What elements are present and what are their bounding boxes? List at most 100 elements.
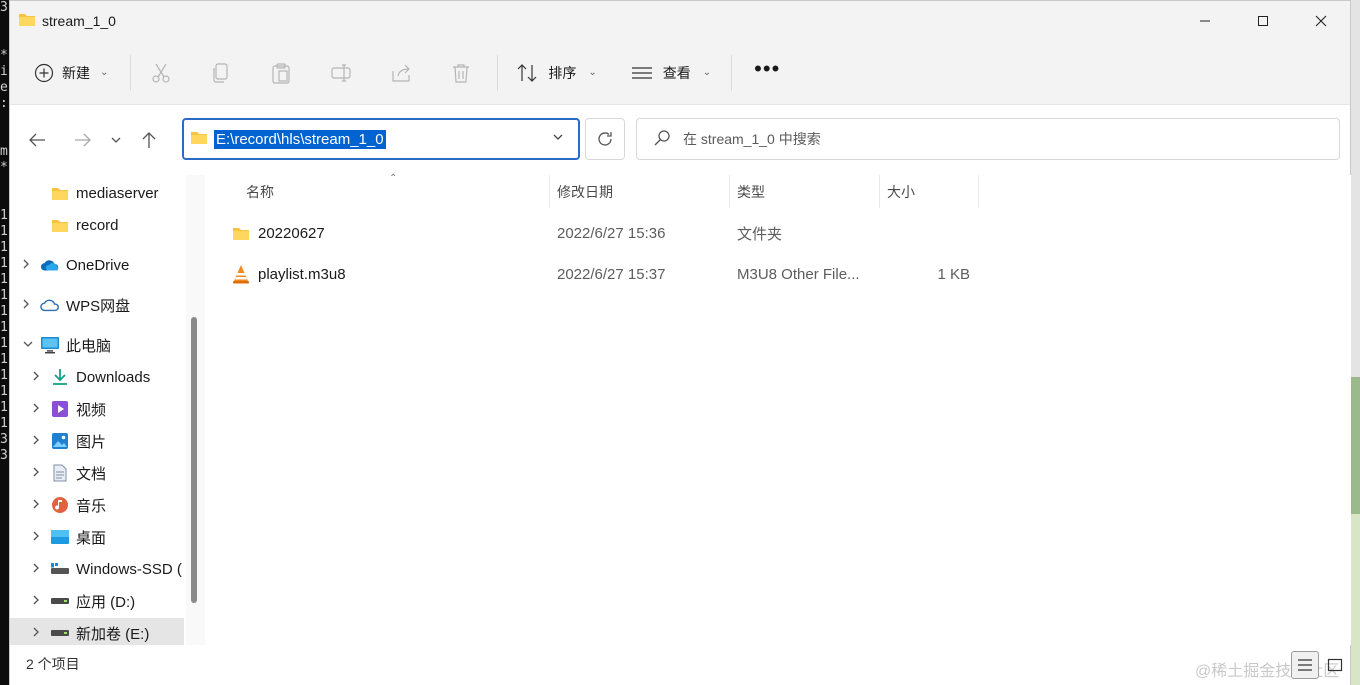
folder-icon: [190, 130, 208, 148]
view-button[interactable]: 查看 ⌄: [621, 55, 721, 91]
share-button[interactable]: [371, 53, 431, 93]
sidebar-item-label: WPS网盘: [66, 297, 131, 315]
rename-icon: [331, 63, 351, 82]
arrow-right-icon: [75, 133, 91, 147]
terminal-line: i: [0, 64, 8, 79]
terminal-line: 1: [0, 320, 8, 335]
sidebar-item[interactable]: Windows-SSD (: [10, 554, 184, 584]
delete-button[interactable]: [431, 53, 491, 93]
minimize-icon: [1200, 20, 1210, 22]
trash-icon: [453, 63, 470, 83]
chevron-right-icon[interactable]: [32, 626, 40, 641]
computer-icon: [40, 335, 60, 355]
sidebar-item[interactable]: mediaserver: [10, 178, 184, 208]
column-divider[interactable]: [978, 175, 979, 208]
column-header-name[interactable]: 名称: [246, 175, 274, 208]
maximize-button[interactable]: [1234, 1, 1292, 41]
paste-button[interactable]: [251, 53, 311, 93]
chevron-right-icon[interactable]: [32, 370, 40, 385]
column-divider[interactable]: [549, 175, 550, 208]
address-path[interactable]: E:\record\hls\stream_1_0: [214, 129, 386, 149]
chevron-down-icon[interactable]: [22, 339, 34, 351]
sidebar-scrollbar-thumb[interactable]: [191, 317, 197, 603]
sidebar-item[interactable]: 视频: [10, 394, 184, 424]
column-header-type[interactable]: 类型: [737, 175, 765, 208]
sidebar-item[interactable]: 新加卷 (E:): [10, 618, 184, 645]
chevron-right-icon[interactable]: [32, 434, 40, 449]
minimize-button[interactable]: [1176, 1, 1234, 41]
refresh-button[interactable]: [585, 118, 625, 160]
sidebar-item-label: Downloads: [76, 368, 151, 386]
chevron-right-icon[interactable]: [32, 402, 40, 417]
arrow-left-icon: [29, 133, 45, 147]
up-button[interactable]: [130, 120, 168, 160]
back-button[interactable]: [18, 120, 56, 160]
sort-button[interactable]: 排序 ⌄: [506, 55, 606, 91]
sidebar-item-label: record: [76, 216, 119, 234]
window-controls: [1176, 1, 1350, 41]
chevron-right-icon[interactable]: [32, 594, 40, 609]
details-view-button[interactable]: [1291, 651, 1319, 679]
rename-button[interactable]: [311, 53, 371, 93]
sidebar-item[interactable]: record: [10, 210, 184, 240]
search-box[interactable]: 在 stream_1_0 中搜索: [636, 118, 1340, 160]
sidebar-item[interactable]: 桌面: [10, 522, 184, 552]
sidebar-item[interactable]: WPS网盘: [10, 290, 184, 320]
copy-button[interactable]: [191, 53, 251, 93]
forward-button[interactable]: [64, 120, 102, 160]
background-desktop: [1351, 0, 1360, 685]
recent-locations-button[interactable]: [102, 120, 130, 160]
sidebar-item[interactable]: OneDrive: [10, 250, 184, 280]
sidebar-item[interactable]: 应用 (D:): [10, 586, 184, 616]
terminal-line: 3: [0, 448, 8, 463]
sort-ascending-icon: ⌃: [389, 173, 398, 184]
tiles-view-icon: [1327, 658, 1343, 672]
chevron-right-icon[interactable]: [22, 298, 30, 313]
large-icons-view-button[interactable]: [1321, 651, 1349, 679]
view-lines-icon: [631, 66, 652, 79]
address-dropdown-button[interactable]: [552, 130, 564, 144]
status-bar: 2 个项目 @稀土掘金技术社区: [10, 645, 1350, 685]
file-row[interactable]: 20220627 2022/6/27 15:36 文件夹: [205, 214, 1005, 252]
column-header-date[interactable]: 修改日期: [557, 175, 613, 208]
chevron-right-icon[interactable]: [32, 498, 40, 513]
sidebar-item-label: 视频: [76, 401, 107, 419]
address-row: E:\record\hls\stream_1_0 在 stream_1_0 中搜…: [10, 105, 1350, 175]
folder-icon: [18, 12, 36, 30]
sidebar-item[interactable]: 图片: [10, 426, 184, 456]
column-header-size[interactable]: 大小: [887, 175, 915, 208]
chevron-down-icon: ⌄: [100, 67, 109, 78]
sidebar-item-label: 应用 (D:): [76, 593, 136, 611]
sidebar-item-label: 图片: [76, 433, 107, 451]
cut-button[interactable]: [131, 53, 191, 93]
sidebar-item[interactable]: 文档: [10, 458, 184, 488]
sidebar-item[interactable]: Downloads: [10, 362, 184, 392]
file-size: 1 KB: [937, 265, 970, 283]
new-button[interactable]: 新建 ⌄: [34, 55, 108, 91]
more-options-button[interactable]: •••: [732, 56, 802, 82]
chevron-right-icon[interactable]: [32, 562, 40, 577]
sidebar-item-label: 文档: [76, 465, 107, 483]
sidebar-item-label: OneDrive: [66, 256, 130, 274]
chevron-right-icon[interactable]: [32, 466, 40, 481]
file-row[interactable]: playlist.m3u8 2022/6/27 15:37 M3U8 Other F…: [205, 255, 1005, 293]
refresh-icon: [598, 132, 612, 146]
chevron-down-icon: [553, 134, 563, 140]
close-button[interactable]: [1292, 1, 1350, 41]
column-divider[interactable]: [729, 175, 730, 208]
add-circle-icon: [34, 63, 54, 82]
share-icon: [392, 64, 411, 82]
terminal-line: 1: [0, 208, 8, 223]
address-bar[interactable]: E:\record\hls\stream_1_0: [182, 118, 580, 160]
file-name: 20220627: [258, 224, 325, 242]
sidebar-item[interactable]: 此电脑: [10, 330, 184, 360]
system-drive-icon: [50, 559, 70, 579]
column-divider[interactable]: [879, 175, 880, 208]
sidebar-item[interactable]: 音乐: [10, 490, 184, 520]
chevron-right-icon[interactable]: [22, 258, 30, 273]
chevron-right-icon[interactable]: [32, 530, 40, 545]
terminal-line: *: [0, 160, 8, 175]
